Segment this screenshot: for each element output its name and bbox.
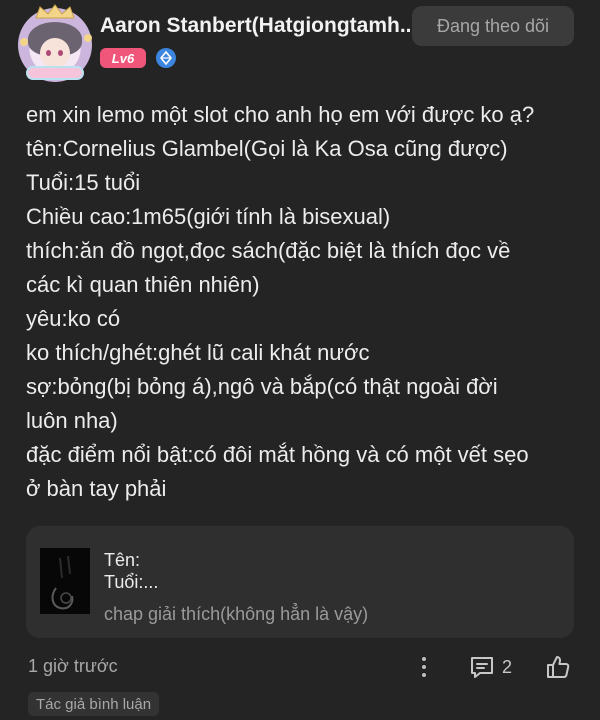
- avatar[interactable]: [18, 4, 92, 82]
- comment-line: em xin lemo một slot cho anh họ em với đ…: [26, 102, 535, 127]
- avatar-face: [40, 38, 70, 68]
- comment-line: luôn nha): [26, 408, 118, 433]
- quoted-chapter-card[interactable]: Tên: Tuổi:... chap giải thích(không hẳn …: [26, 526, 574, 638]
- comment-line: sợ:bỏng(bị bỏng á),ngô và bắp(có thật ng…: [26, 374, 498, 399]
- comment-line: tên:Cornelius Glambel(Gọi là Ka Osa cũng…: [26, 136, 508, 161]
- timestamp: 1 giờ trước: [28, 656, 118, 676]
- comment-line: Chiều cao:1m65(giới tính là bisexual): [26, 204, 391, 229]
- avatar-frame-banner: [26, 66, 84, 80]
- diamond-badge-icon: [156, 48, 176, 68]
- comment-count: 2: [502, 656, 513, 677]
- comment-icon: [471, 657, 493, 678]
- chapter-thumbnail: [40, 548, 90, 614]
- comment-footer: 1 giờ trước 2: [0, 650, 600, 684]
- comment-line: ko thích/ghét:ghét lũ cali khát nước: [26, 340, 370, 365]
- comment-line: Tuổi:15 tuổi: [26, 170, 141, 195]
- avatar-eye-left: [46, 50, 51, 56]
- quoted-subtitle: Tuổi:...: [104, 572, 159, 592]
- thumbs-up-icon[interactable]: [542, 651, 574, 683]
- level-badge: Lv6: [100, 48, 146, 68]
- comment-line: các kì quan thiên nhiên): [26, 272, 260, 297]
- quoted-title: Tên:: [104, 550, 141, 570]
- comment-line: ở bàn tay phải: [26, 476, 167, 501]
- more-vertical-icon[interactable]: [412, 652, 436, 682]
- reply-button[interactable]: 2: [468, 652, 512, 682]
- comment-line: đặc điểm nổi bật:có đôi mắt hồng và có m…: [26, 442, 529, 467]
- avatar-frame-ornament: [20, 38, 28, 46]
- crown-icon: [35, 4, 75, 19]
- avatar-frame-ornament: [84, 34, 92, 42]
- following-button[interactable]: Đang theo dõi: [412, 6, 574, 46]
- username[interactable]: Aaron Stanbert(Hatgiongtamh...: [100, 14, 420, 38]
- avatar-eye-right: [58, 50, 63, 56]
- quoted-caption: chap giải thích(không hẳn là vậy): [104, 604, 369, 624]
- comment-line: yêu:ko có: [26, 306, 121, 331]
- comment-line: thích:ăn đồ ngọt,đọc sách(đặc biệt là th…: [26, 238, 511, 263]
- author-comment-badge: Tác giả bình luận: [28, 692, 160, 716]
- comment-body: em xin lemo một slot cho anh họ em với đ…: [26, 98, 586, 506]
- comment-header: Aaron Stanbert(Hatgiongtamh... Lv6 Đang …: [0, 0, 600, 90]
